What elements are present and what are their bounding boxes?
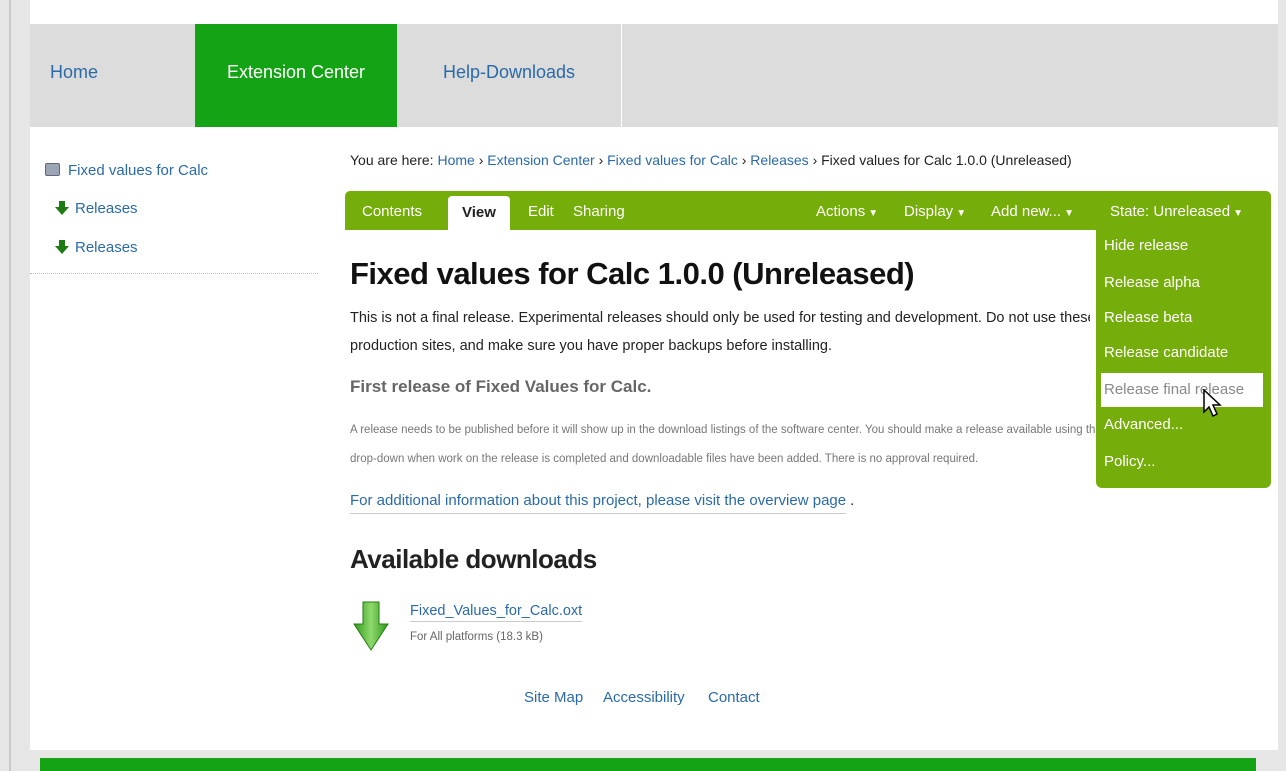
edit-bar: Contents View Edit Sharing Actions ▼ Disp… bbox=[345, 191, 1271, 230]
caret-down-icon: ▼ bbox=[1233, 208, 1243, 219]
breadcrumb-prefix: You are here: bbox=[350, 152, 434, 168]
menu-item-release-alpha[interactable]: Release alpha bbox=[1104, 274, 1200, 291]
breadcrumb-current: Fixed values for Calc 1.0.0 (Unreleased) bbox=[821, 152, 1072, 168]
breadcrumb-releases[interactable]: Releases bbox=[750, 152, 808, 168]
breadcrumb-project[interactable]: Fixed values for Calc bbox=[607, 152, 738, 168]
menu-item-release-beta[interactable]: Release beta bbox=[1104, 309, 1192, 326]
footer-site-map[interactable]: Site Map bbox=[524, 689, 583, 706]
display-menu-label: Display bbox=[904, 203, 954, 220]
nav-extension-center[interactable]: Extension Center bbox=[195, 24, 397, 127]
tab-edit[interactable]: Edit bbox=[528, 203, 554, 220]
state-dropdown: Hide release Release alpha Release beta … bbox=[1096, 229, 1271, 488]
publish-note: A release needs to be published before i… bbox=[350, 416, 1096, 474]
info-period: . bbox=[850, 492, 855, 509]
footer-accessibility[interactable]: Accessibility bbox=[603, 689, 685, 706]
download-file-link[interactable]: Fixed_Values_for_Calc.oxt bbox=[410, 603, 583, 622]
breadcrumb-separator: › bbox=[478, 152, 484, 168]
sidebar-item-label: Releases bbox=[75, 239, 138, 256]
sidebar-item-project[interactable]: Fixed values for Calc bbox=[45, 162, 208, 179]
download-file-meta: For All platforms (18.3 kB) bbox=[410, 631, 543, 643]
menu-item-release-final[interactable]: Release final release bbox=[1101, 373, 1263, 407]
left-border bbox=[9, 0, 11, 771]
downloads-heading: Available downloads bbox=[350, 544, 597, 574]
footer-contact[interactable]: Contact bbox=[708, 689, 760, 706]
top-nav: Home Extension Center Help-Downloads bbox=[30, 24, 1278, 127]
menu-item-label: Release final release bbox=[1104, 381, 1245, 398]
publish-note-line: A release needs to be published before i… bbox=[350, 424, 1096, 436]
breadcrumb: You are here: Home › Extension Center › … bbox=[350, 152, 1072, 168]
mouse-cursor-icon bbox=[1203, 389, 1222, 418]
sidebar-item-label: Releases bbox=[75, 200, 138, 217]
release-warning: This is not a final release. Experimenta… bbox=[350, 304, 1090, 360]
add-new-menu[interactable]: Add new... ▼ bbox=[991, 203, 1074, 220]
breadcrumb-home[interactable]: Home bbox=[437, 152, 474, 168]
sidebar-item-label: Fixed values for Calc bbox=[68, 162, 209, 179]
state-menu-label: State: Unreleased bbox=[1110, 203, 1231, 220]
release-warning-line: production sites, and make sure you have… bbox=[350, 338, 833, 354]
top-strip bbox=[30, 0, 1278, 24]
package-icon bbox=[45, 163, 60, 176]
menu-item-hide-release[interactable]: Hide release bbox=[1104, 237, 1188, 254]
display-menu[interactable]: Display ▼ bbox=[904, 203, 966, 220]
tab-sharing[interactable]: Sharing bbox=[573, 203, 625, 220]
tab-view[interactable]: View bbox=[448, 196, 510, 230]
nav-help-downloads[interactable]: Help-Downloads bbox=[397, 24, 622, 127]
actions-menu[interactable]: Actions ▼ bbox=[816, 203, 878, 220]
menu-item-policy[interactable]: Policy... bbox=[1104, 453, 1155, 470]
arrow-down-icon bbox=[55, 201, 69, 215]
caret-down-icon: ▼ bbox=[956, 208, 967, 219]
release-description: First release of Fixed Values for Calc. bbox=[350, 377, 652, 396]
arrow-down-icon bbox=[55, 240, 69, 254]
breadcrumb-separator: › bbox=[812, 152, 818, 168]
publish-note-line: drop-down when work on the release is co… bbox=[350, 453, 979, 465]
state-menu[interactable]: State: Unreleased ▼ bbox=[1110, 203, 1243, 220]
caret-down-icon: ▼ bbox=[1064, 208, 1074, 219]
breadcrumb-separator: › bbox=[598, 152, 604, 168]
info-line: For additional information about this pr… bbox=[350, 492, 855, 514]
menu-item-release-candidate[interactable]: Release candidate bbox=[1104, 344, 1228, 361]
tab-contents[interactable]: Contents bbox=[362, 203, 422, 220]
download-arrow-icon bbox=[353, 601, 389, 651]
bottom-bar bbox=[40, 758, 1256, 771]
page-title: Fixed values for Calc 1.0.0 (Unreleased) bbox=[350, 256, 915, 291]
actions-menu-label: Actions bbox=[816, 203, 866, 220]
add-new-menu-label: Add new... bbox=[991, 203, 1062, 220]
breadcrumb-separator: › bbox=[741, 152, 747, 168]
overview-link[interactable]: For additional information about this pr… bbox=[350, 492, 847, 514]
breadcrumb-extension-center[interactable]: Extension Center bbox=[487, 152, 594, 168]
sidebar-item-releases-2[interactable]: Releases bbox=[55, 239, 138, 256]
nav-home[interactable]: Home bbox=[30, 24, 195, 127]
sidebar-divider bbox=[30, 273, 318, 274]
caret-down-icon: ▼ bbox=[868, 208, 879, 219]
menu-item-advanced[interactable]: Advanced... bbox=[1104, 416, 1183, 433]
release-warning-line: This is not a final release. Experimenta… bbox=[350, 310, 1090, 326]
sidebar-item-releases[interactable]: Releases bbox=[55, 200, 138, 217]
